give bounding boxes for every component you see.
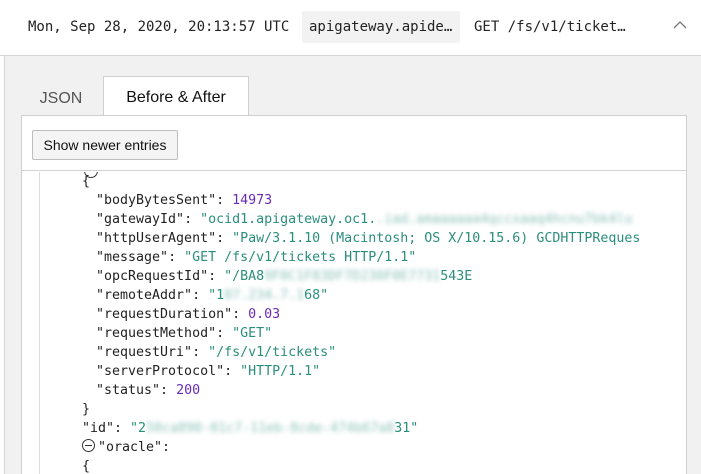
redacted-value: 50ca890-01c7-11eb-8cde-474b67a8 (146, 421, 395, 436)
json-line-message: "message": "GET /fs/v1/tickets HTTP/1.1" (96, 248, 416, 267)
chevron-up-icon[interactable] (672, 17, 688, 33)
json-value: 200 (176, 383, 201, 398)
json-value: "/fs/v1/tickets" (208, 345, 337, 360)
json-value: "2 (130, 421, 147, 436)
json-sep: : (232, 307, 249, 322)
close-brace: } (82, 402, 91, 417)
json-line-requestMethod: "requestMethod": "GET" (96, 324, 272, 343)
json-value: "1 (208, 288, 225, 303)
json-key: "bodyBytesSent" (96, 193, 217, 208)
json-sep: : (216, 193, 233, 208)
json-key: "requestDuration" (96, 307, 233, 322)
json-sep: : (192, 288, 209, 303)
json-value: "GET /fs/v1/tickets HTTP/1.1" (184, 250, 417, 265)
json-key: "id" (82, 421, 115, 436)
json-line-remoteAddr: "remoteAddr": "107.234.7.168" (96, 286, 328, 305)
json-value-tail: 543E (440, 269, 473, 284)
json-key: "remoteAddr" (96, 288, 193, 303)
json-key: "gatewayId" (96, 212, 185, 227)
json-sep: : (184, 212, 201, 227)
json-sep: : (192, 345, 209, 360)
json-line-oracle[interactable]: "oracle": (82, 438, 170, 457)
json-sep: : (160, 383, 177, 398)
json-key: "oracle" (98, 440, 163, 455)
open-brace: { (82, 174, 91, 189)
json-value: "/BA8 (224, 269, 265, 284)
json-line-requestDuration: "requestDuration": 0.03 (96, 305, 280, 324)
json-sep: : (224, 364, 241, 379)
json-line-httpUserAgent: "httpUserAgent": "Paw/3.1.10 (Macintosh;… (96, 229, 640, 248)
json-value-tail: 31" (394, 421, 419, 436)
json-code-area[interactable]: { "bodyBytesSent": 14973 "gatewayId": "o… (39, 172, 686, 474)
json-line-opcRequestId: "opcRequestId": "/BA89F0C1F83DF7D230F0E7… (96, 267, 472, 286)
json-line-id: "id": "250ca890-01c7-11eb-8cde-474b67a83… (82, 419, 418, 438)
redacted-value: 07.234.7.1 (224, 288, 305, 303)
json-viewer: Show newer entries { "bodyBytesSent": 14… (21, 115, 687, 474)
tab-before-after[interactable]: Before & After (103, 76, 249, 118)
redacted-value: .iad.amaaaaaa4qccxaaq4hcnu7bk4lu (376, 212, 633, 227)
source-chip[interactable]: apigateway.apide… (302, 11, 460, 43)
json-line-requestUri: "requestUri": "/fs/v1/tickets" (96, 343, 336, 362)
json-key: "message" (96, 250, 169, 265)
json-value: 0.03 (248, 307, 281, 322)
json-key: "serverProtocol" (96, 364, 225, 379)
collapse-minus-icon[interactable] (82, 439, 95, 452)
json-value: "ocid1.apigateway.oc1. (200, 212, 377, 227)
json-key: "httpUserAgent" (96, 231, 217, 246)
json-value: 14973 (232, 193, 273, 208)
redacted-value: 9F0C1F83DF7D230F0E7731 (264, 269, 441, 284)
json-value: "Paw/3.1.10 (Macintosh; OS X/10.15.6) GC… (232, 231, 641, 246)
json-value: "HTTP/1.1" (240, 364, 321, 379)
json-key: "status" (96, 383, 161, 398)
json-value-tail: 68" (304, 288, 329, 303)
json-sep: : (216, 231, 233, 246)
viewer-toolbar: Show newer entries (22, 116, 686, 171)
entry-timestamp: Mon, Sep 28, 2020, 20:13:57 UTC (28, 19, 290, 35)
json-line-status: "status": 200 (96, 381, 200, 400)
request-summary: GET /fs/v1/ticket… (474, 19, 626, 35)
json-sep: : (162, 440, 171, 455)
show-newer-entries-button[interactable]: Show newer entries (32, 130, 178, 160)
oracle-open-brace: { (82, 459, 91, 474)
json-sep: : (216, 326, 233, 341)
json-key: "requestMethod" (96, 326, 217, 341)
json-key: "opcRequestId" (96, 269, 209, 284)
json-line-bodyBytesSent: "bodyBytesSent": 14973 (96, 191, 272, 210)
json-sep: : (114, 421, 131, 436)
json-key: "requestUri" (96, 345, 193, 360)
log-entry-header[interactable]: Mon, Sep 28, 2020, 20:13:57 UTC apigatew… (0, 0, 701, 56)
tab-json[interactable]: JSON (28, 86, 94, 116)
json-line-gatewayId: "gatewayId": "ocid1.apigateway.oc1..iad.… (96, 210, 632, 229)
json-sep: : (168, 250, 185, 265)
json-value: "GET" (232, 326, 273, 341)
json-line-serverProtocol: "serverProtocol": "HTTP/1.1" (96, 362, 320, 381)
json-sep: : (208, 269, 225, 284)
